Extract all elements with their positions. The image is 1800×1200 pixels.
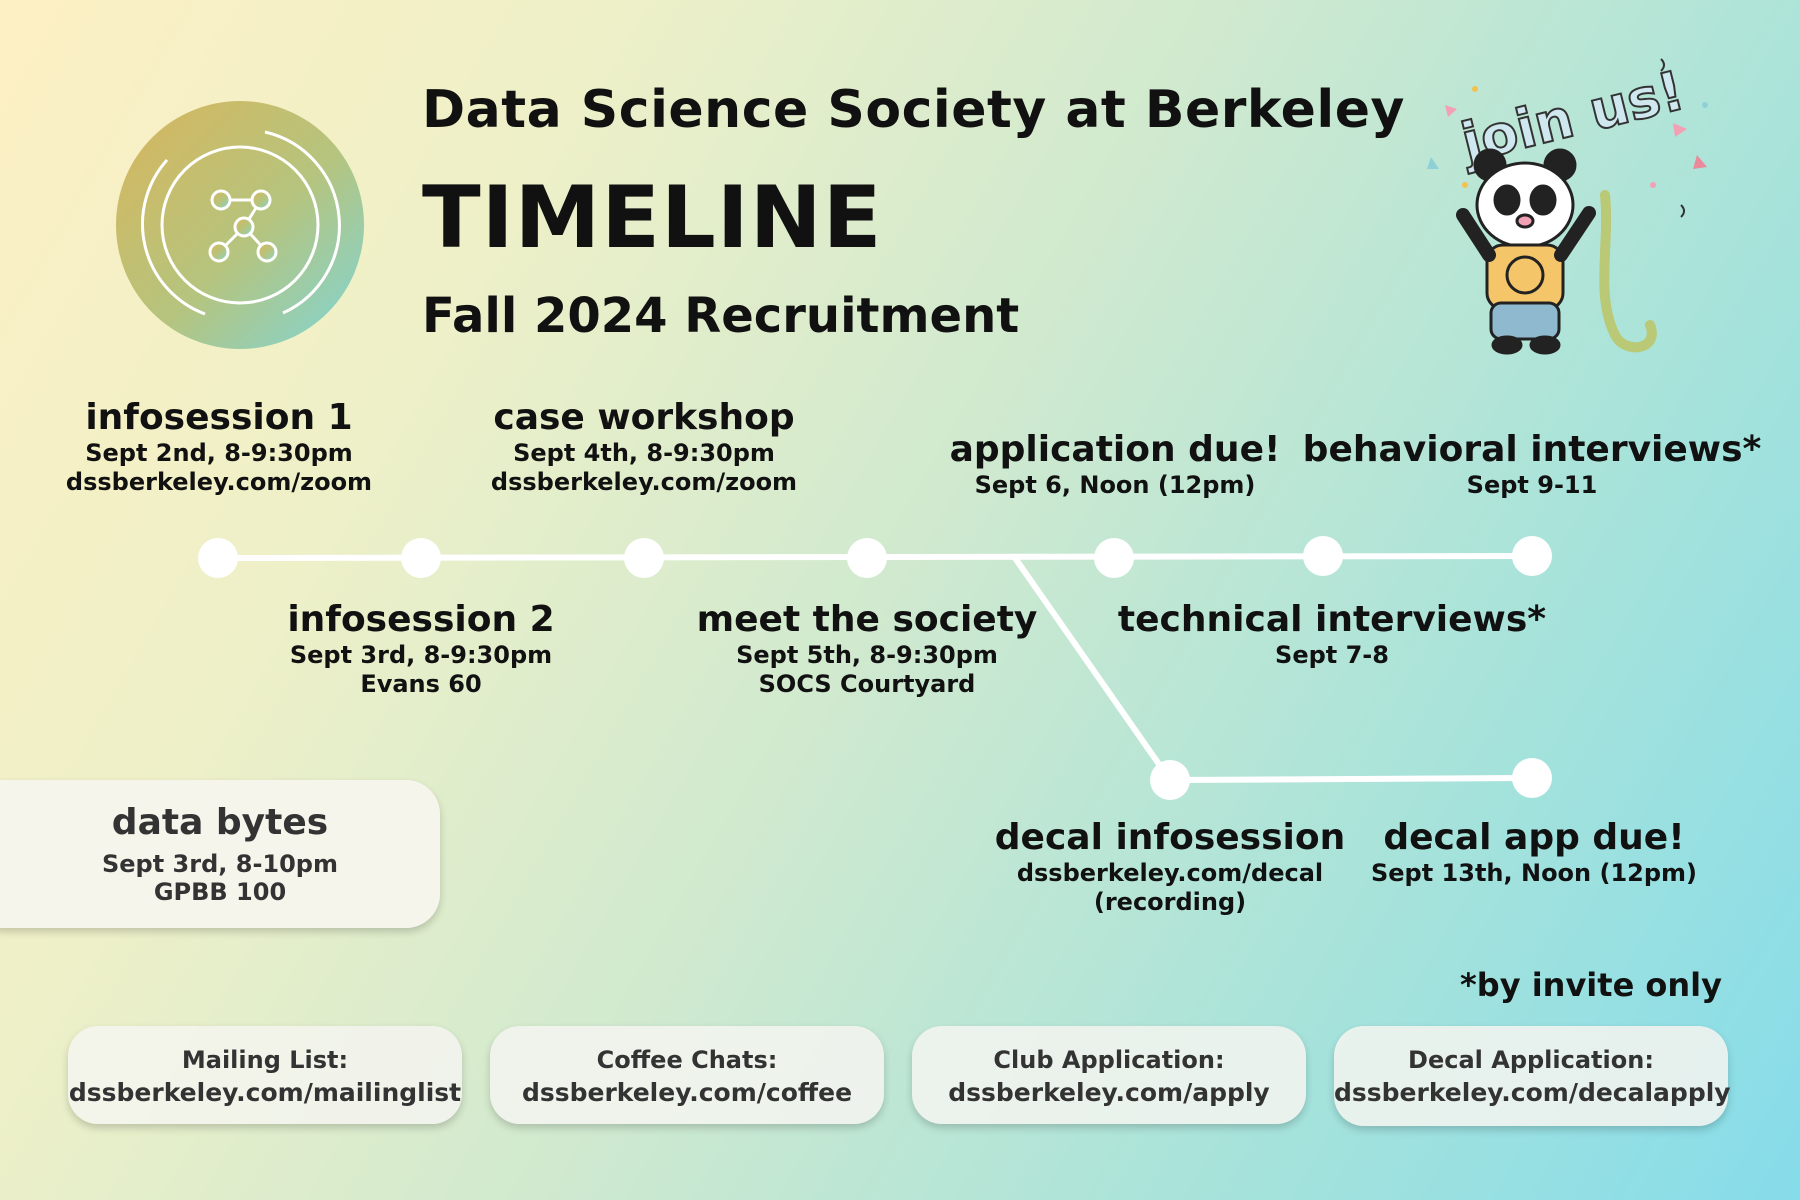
event-location: SOCS Courtyard	[758, 669, 976, 698]
decal-application-link[interactable]: Decal Application: dssberkeley.com/decal…	[1334, 1026, 1731, 1126]
mailing-list-link[interactable]: Mailing List: dssberkeley.com/mailinglis…	[68, 1026, 462, 1124]
coffee-chats-link[interactable]: Coffee Chats: dssberkeley.com/coffee	[490, 1026, 884, 1124]
link-label: Decal Application:	[1408, 1046, 1654, 1074]
timeline-node	[1094, 538, 1134, 578]
event-date: Sept 3rd, 8-10pm	[101, 850, 338, 878]
event-date: Sept 7-8	[1275, 641, 1389, 670]
link-url[interactable]: dssberkeley.com/mailinglist	[68, 1078, 462, 1107]
link-url[interactable]: dssberkeley.com/decalapply	[1334, 1078, 1731, 1107]
event-date: Sept 4th, 8-9:30pm	[513, 439, 775, 468]
event-meet-the-society: meet the society Sept 5th, 8-9:30pm SOCS…	[637, 598, 1097, 699]
event-date: Sept 9-11	[1466, 471, 1598, 500]
timeline-node	[847, 538, 887, 578]
event-location: GPBB 100	[153, 878, 287, 906]
event-infosession-2: infosession 2 Sept 3rd, 8-9:30pm Evans 6…	[191, 598, 651, 699]
club-application-link[interactable]: Club Application: dssberkeley.com/apply	[912, 1026, 1306, 1124]
event-behavioral-interviews: behavioral interviews* Sept 9-11	[1302, 428, 1762, 500]
event-date: Sept 5th, 8-9:30pm	[736, 641, 998, 670]
link-label: Mailing List:	[181, 1046, 349, 1074]
event-location: dssberkeley.com/zoom	[65, 467, 373, 496]
event-application-due: application due! Sept 6, Noon (12pm)	[885, 428, 1345, 500]
event-name: infosession 2	[287, 599, 555, 640]
link-label: Coffee Chats:	[596, 1046, 778, 1074]
timeline-node	[1303, 536, 1343, 576]
event-date: Sept 6, Noon (12pm)	[974, 471, 1256, 500]
link-url[interactable]: dssberkeley.com/coffee	[490, 1078, 884, 1107]
invite-only-note: *by invite only	[1460, 966, 1722, 1004]
event-technical-interviews: technical interviews* Sept 7-8	[1102, 598, 1562, 670]
data-bytes-card: data bytes Sept 3rd, 8-10pm GPBB 100	[0, 780, 440, 928]
event-name: case workshop	[493, 397, 795, 438]
event-location: Evans 60	[360, 669, 482, 698]
event-name: data bytes	[111, 802, 329, 843]
event-name: application due!	[949, 429, 1281, 470]
event-name: behavioral interviews*	[1302, 429, 1762, 470]
event-infosession-1: infosession 1 Sept 2nd, 8-9:30pm dssberk…	[0, 396, 449, 497]
timeline-node	[1512, 536, 1552, 576]
event-date: Sept 2nd, 8-9:30pm	[85, 439, 353, 468]
timeline-node	[198, 538, 238, 578]
link-label: Club Application:	[993, 1046, 1225, 1074]
timeline-node	[401, 538, 441, 578]
event-decal-app-due: decal app due! Sept 13th, Noon (12pm)	[1304, 816, 1764, 888]
event-case-workshop: case workshop Sept 4th, 8-9:30pm dssberk…	[414, 396, 874, 497]
timeline-node	[1150, 760, 1190, 800]
event-name: meet the society	[696, 599, 1038, 640]
poster: Data Science Society at Berkeley TIMELIN…	[0, 0, 1800, 1200]
event-date: Sept 13th, Noon (12pm)	[1370, 859, 1698, 888]
event-note: (recording)	[1093, 887, 1247, 916]
timeline-node	[1512, 758, 1552, 798]
event-location: dssberkeley.com/zoom	[490, 467, 798, 496]
decal-timeline-line	[1169, 775, 1533, 783]
event-name: technical interviews*	[1117, 599, 1547, 640]
link-url[interactable]: dssberkeley.com/apply	[912, 1078, 1306, 1107]
event-name: decal app due!	[1383, 817, 1685, 858]
event-date: Sept 3rd, 8-9:30pm	[289, 641, 553, 670]
timeline-node	[624, 538, 664, 578]
event-name: infosession 1	[85, 397, 353, 438]
